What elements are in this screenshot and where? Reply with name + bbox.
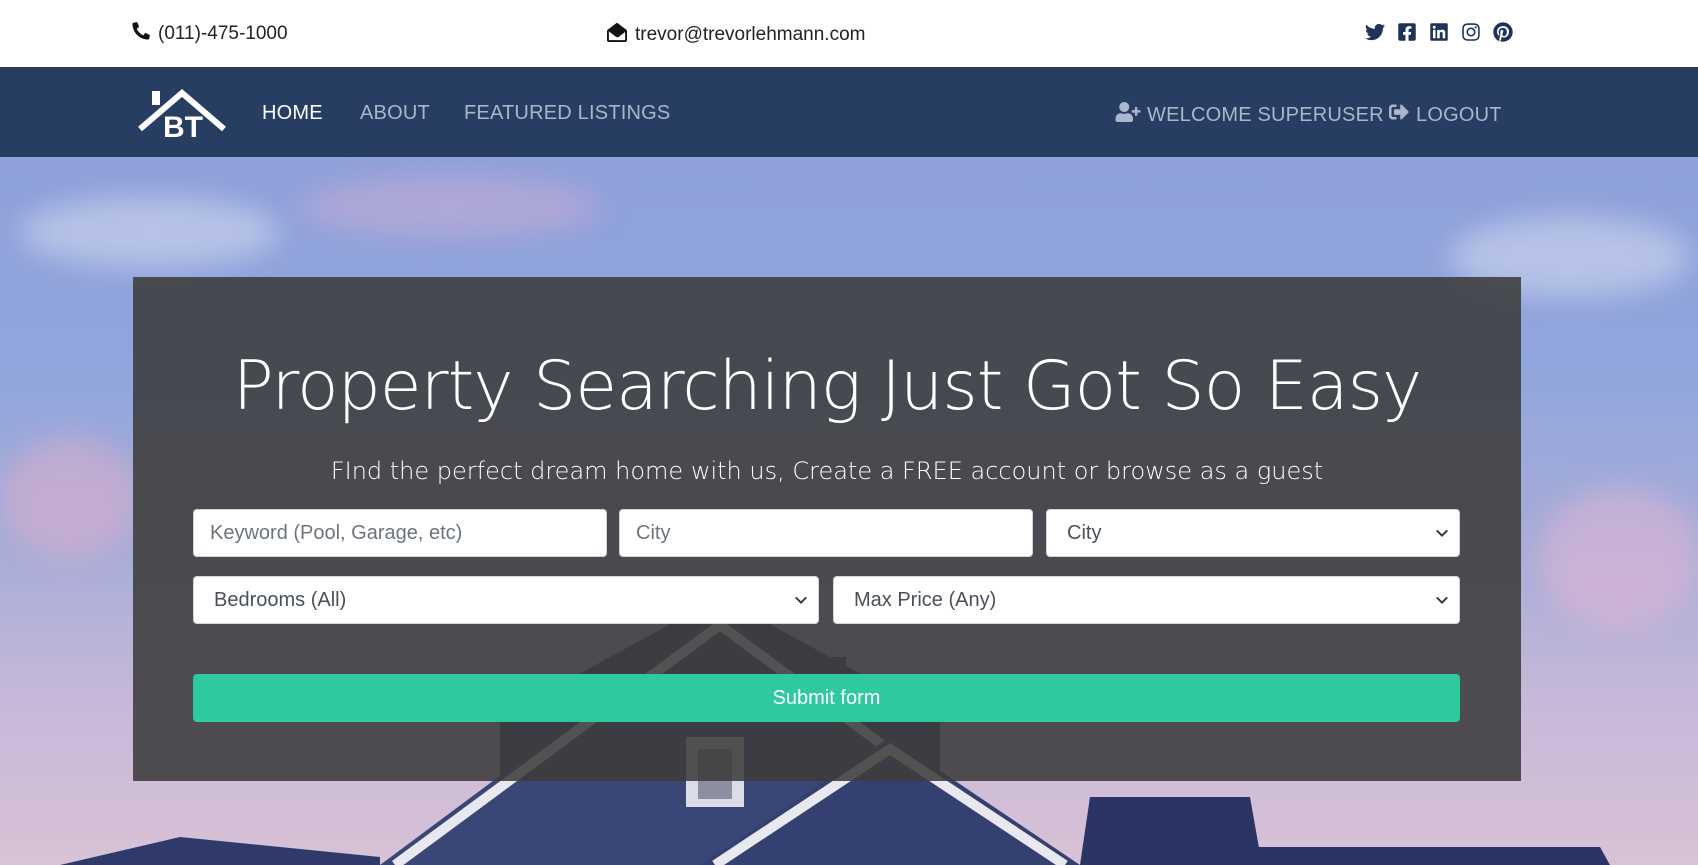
keyword-input[interactable] [193, 509, 607, 557]
sign-out-icon [1388, 102, 1410, 128]
brand-logo[interactable]: BT [136, 85, 228, 144]
bedrooms-select-value: Bedrooms (All) [214, 588, 347, 611]
nav-featured-listings[interactable]: FEATURED LISTINGS [464, 102, 670, 125]
nav-welcome-user[interactable]: WELCOME SUPERUSER [1115, 102, 1384, 128]
phone-icon [132, 22, 150, 46]
bedrooms-select[interactable]: Bedrooms (All) [193, 576, 819, 624]
main-navbar: BT HOME ABOUT FEATURED LISTINGS WELCOME … [0, 67, 1698, 157]
top-contact-bar: (011)-475-1000 trevor@trevorlehmann.com [0, 0, 1698, 67]
instagram-icon[interactable] [1461, 22, 1481, 42]
hero-title: Property Searching Just Got So Easy [232, 347, 1423, 426]
city-input[interactable] [619, 509, 1033, 557]
nav-logout[interactable]: LOGOUT [1388, 102, 1502, 128]
hero-subtitle: FInd the perfect dream home with us, Cre… [330, 457, 1324, 485]
pinterest-icon[interactable] [1493, 22, 1513, 42]
email-contact: trevor@trevorlehmann.com [607, 22, 865, 48]
submit-button[interactable]: Submit form [193, 674, 1460, 722]
user-plus-icon [1115, 102, 1141, 128]
phone-number: (011)-475-1000 [158, 23, 288, 44]
hero-section: Property Searching Just Got So Easy FInd… [0, 157, 1698, 865]
search-panel: Property Searching Just Got So Easy FInd… [133, 277, 1521, 781]
email-address[interactable]: trevor@trevorlehmann.com [635, 24, 865, 46]
nav-about[interactable]: ABOUT [360, 102, 430, 125]
max-price-select-value: Max Price (Any) [854, 588, 997, 611]
facebook-icon[interactable] [1397, 22, 1417, 42]
city-select[interactable]: City [1046, 509, 1460, 557]
chevron-down-icon [1436, 529, 1448, 537]
chevron-down-icon [795, 596, 807, 604]
chevron-down-icon [1436, 596, 1448, 604]
max-price-select[interactable]: Max Price (Any) [833, 576, 1460, 624]
linkedin-icon[interactable] [1429, 22, 1449, 42]
phone-contact: (011)-475-1000 [132, 22, 288, 46]
envelope-open-icon [607, 22, 627, 48]
logo-text: BT [163, 111, 203, 141]
city-select-value: City [1067, 521, 1102, 544]
nav-home[interactable]: HOME [262, 102, 323, 125]
logout-label: LOGOUT [1416, 103, 1502, 126]
twitter-icon[interactable] [1365, 22, 1385, 42]
social-links [1365, 22, 1513, 42]
welcome-label: WELCOME SUPERUSER [1147, 103, 1384, 126]
